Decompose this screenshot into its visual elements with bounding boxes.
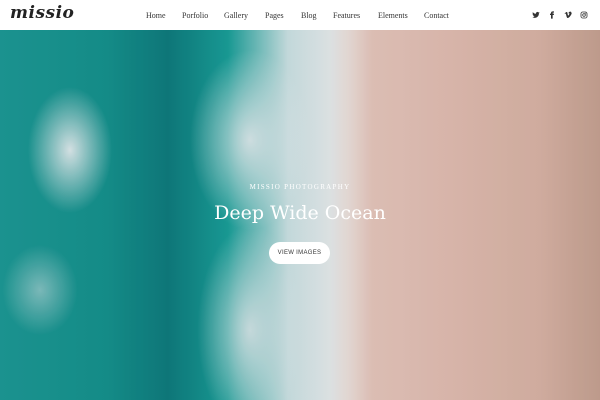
nav-item-contact[interactable]: Contact xyxy=(424,11,449,20)
nav-item-elements[interactable]: Elements xyxy=(378,11,408,20)
vimeo-icon[interactable] xyxy=(564,11,572,19)
site-header: missio Home Porfolio Gallery Pages Blog … xyxy=(0,0,600,30)
view-images-button[interactable]: VIEW IMAGES xyxy=(269,242,330,264)
logo[interactable]: missio xyxy=(10,3,74,23)
instagram-icon[interactable] xyxy=(580,11,588,19)
nav-item-portfolio[interactable]: Porfolio xyxy=(182,11,208,20)
hero-eyebrow: MISSIO PHOTOGRAPHY xyxy=(249,183,351,191)
hero-title: Deep Wide Ocean xyxy=(214,202,386,224)
facebook-icon[interactable] xyxy=(548,11,556,19)
nav-item-gallery[interactable]: Gallery xyxy=(224,11,248,20)
hero-section: MISSIO PHOTOGRAPHY Deep Wide Ocean VIEW … xyxy=(0,30,600,400)
nav-item-pages[interactable]: Pages xyxy=(265,11,284,20)
hero-content: MISSIO PHOTOGRAPHY Deep Wide Ocean VIEW … xyxy=(0,30,600,400)
nav-item-blog[interactable]: Blog xyxy=(301,11,317,20)
twitter-icon[interactable] xyxy=(532,11,540,19)
nav-item-features[interactable]: Features xyxy=(333,11,360,20)
social-links xyxy=(532,0,588,30)
nav-item-home[interactable]: Home xyxy=(146,11,166,20)
